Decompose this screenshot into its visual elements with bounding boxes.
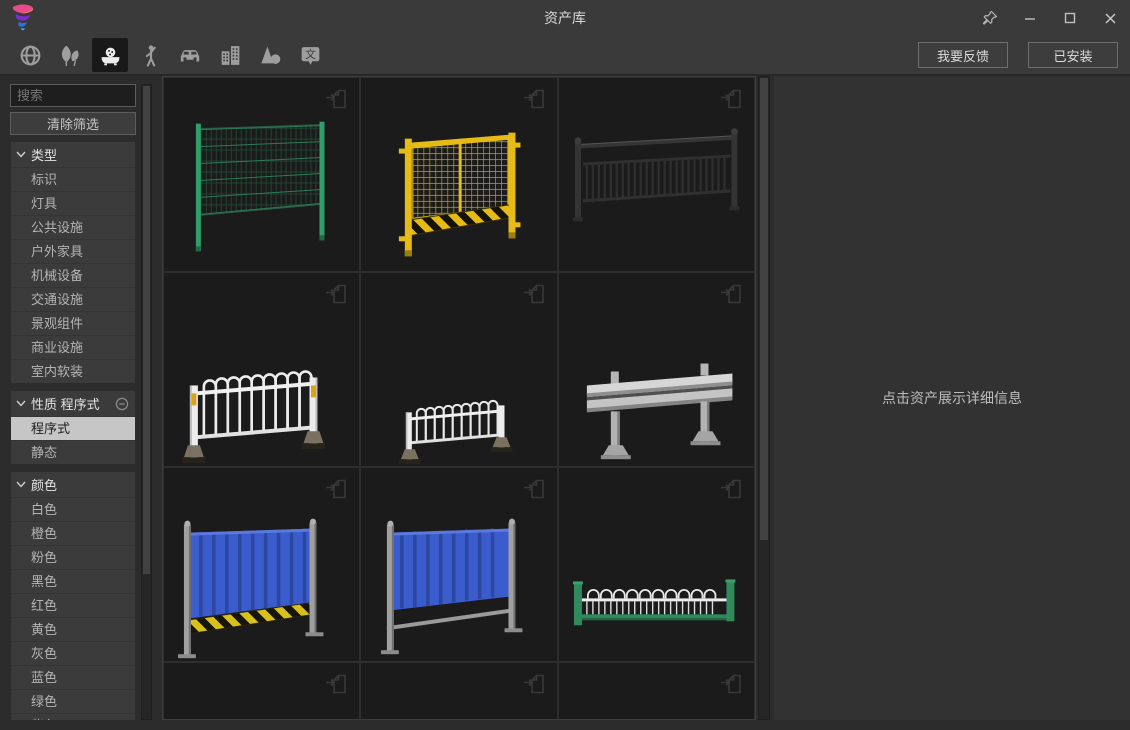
grid-scrollbar[interactable] (758, 76, 770, 720)
clear-filter-button[interactable]: 清除筛选 (10, 112, 136, 135)
filter-item[interactable]: 红色 (11, 593, 135, 617)
export-asset-icon[interactable] (521, 476, 547, 507)
feedback-button[interactable]: 我要反馈 (918, 42, 1008, 68)
asset-tile-yellow-safety-fence[interactable] (361, 78, 556, 271)
asset-tile-partial[interactable] (361, 663, 556, 720)
section-label: 颜色 (31, 475, 57, 494)
window-controls (970, 0, 1130, 36)
asset-tile-green-garden-fence[interactable] (559, 468, 754, 661)
section-property: 性质 程序式 程序式 静态 (10, 390, 136, 465)
asset-tile-green-mesh-fence[interactable] (164, 78, 359, 271)
props-icon[interactable] (92, 38, 128, 72)
sidebar-scrollbar[interactable] (141, 84, 152, 720)
building-icon[interactable] (212, 38, 248, 72)
section-label: 性质 程序式 (31, 394, 100, 413)
export-asset-icon[interactable] (521, 281, 547, 312)
filter-item[interactable]: 绿色 (11, 689, 135, 713)
filter-item[interactable]: 室内软装 (11, 359, 135, 383)
titlebar: 资产库 (0, 0, 1130, 36)
search-input[interactable] (10, 84, 136, 107)
main-content: 清除筛选 类型 标识 灯具 公共设施 户外家具 机械设备 交通设施 景观组 (0, 76, 1130, 720)
vegetation-icon[interactable] (52, 38, 88, 72)
filter-item[interactable]: 景观组件 (11, 311, 135, 335)
toolbar: 文 我要反馈 已安装 (0, 36, 1130, 76)
asset-tile-blue-hoarding-striped[interactable] (164, 468, 359, 661)
export-asset-icon[interactable] (323, 671, 349, 702)
filter-item[interactable]: 户外家具 (11, 239, 135, 263)
asset-grid (162, 76, 756, 720)
section-type-header[interactable]: 类型 (11, 142, 135, 167)
asset-grid-area (162, 76, 770, 720)
filter-item[interactable]: 橙色 (11, 521, 135, 545)
filter-sidebar: 清除筛选 类型 标识 灯具 公共设施 户外家具 机械设备 交通设施 景观组 (0, 76, 158, 720)
window-title: 资产库 (0, 8, 1130, 28)
filter-item[interactable]: 灯具 (11, 191, 135, 215)
asset-tile-black-railing[interactable] (559, 78, 754, 271)
section-color-header[interactable]: 颜色 (11, 472, 135, 497)
character-icon[interactable] (132, 38, 168, 72)
filter-item[interactable]: 机械设备 (11, 263, 135, 287)
filter-item[interactable]: 灰色 (11, 641, 135, 665)
export-asset-icon[interactable] (521, 671, 547, 702)
detail-panel: 点击资产展示详细信息 (774, 76, 1130, 720)
filter-item[interactable]: 商业设施 (11, 335, 135, 359)
filter-item[interactable]: 交通设施 (11, 287, 135, 311)
export-asset-icon[interactable] (718, 86, 744, 117)
asset-tile-white-loop-barrier-large[interactable] (164, 273, 359, 466)
filter-item[interactable]: 粉色 (11, 545, 135, 569)
filter-item[interactable]: 标识 (11, 167, 135, 191)
section-label: 类型 (31, 145, 57, 164)
chevron-down-icon (16, 151, 26, 158)
installed-button[interactable]: 已安装 (1028, 42, 1118, 68)
world-icon[interactable] (12, 38, 48, 72)
maximize-icon[interactable] (1050, 0, 1090, 36)
asset-tile-white-loop-barrier-small[interactable] (361, 273, 556, 466)
pin-icon[interactable] (970, 0, 1010, 36)
export-asset-icon[interactable] (323, 86, 349, 117)
asset-tile-blue-hoarding[interactable] (361, 468, 556, 661)
app-logo-icon (10, 4, 36, 32)
export-asset-icon[interactable] (521, 86, 547, 117)
section-property-header[interactable]: 性质 程序式 (11, 391, 135, 416)
export-asset-icon[interactable] (718, 281, 744, 312)
filter-sections: 类型 标识 灯具 公共设施 户外家具 机械设备 交通设施 景观组件 商业设施 室… (10, 141, 136, 720)
asset-tile-highway-guardrail[interactable] (559, 273, 754, 466)
detail-hint-text: 点击资产展示详细信息 (882, 388, 1022, 408)
minimize-icon[interactable] (1010, 0, 1050, 36)
filter-item[interactable]: 黄色 (11, 617, 135, 641)
filter-item[interactable]: 公共设施 (11, 215, 135, 239)
vehicle-icon[interactable] (172, 38, 208, 72)
section-color: 颜色 白色 橙色 粉色 黑色 红色 黄色 灰色 蓝色 绿色 紫色 (10, 471, 136, 720)
export-asset-icon[interactable] (323, 476, 349, 507)
sign-icon[interactable]: 文 (292, 38, 328, 72)
svg-text:文: 文 (305, 47, 316, 61)
export-asset-icon[interactable] (718, 476, 744, 507)
filter-item[interactable]: 静态 (11, 440, 135, 464)
chevron-down-icon (16, 400, 26, 407)
export-asset-icon[interactable] (718, 671, 744, 702)
close-icon[interactable] (1090, 0, 1130, 36)
filter-item-selected[interactable]: 程序式 (11, 416, 135, 440)
chevron-down-icon (16, 481, 26, 488)
filter-item[interactable]: 蓝色 (11, 665, 135, 689)
section-type: 类型 标识 灯具 公共设施 户外家具 机械设备 交通设施 景观组件 商业设施 室… (10, 141, 136, 384)
export-asset-icon[interactable] (323, 281, 349, 312)
remove-filter-icon[interactable] (115, 397, 129, 411)
filter-item[interactable]: 白色 (11, 497, 135, 521)
asset-tile-partial[interactable] (164, 663, 359, 720)
asset-tile-partial[interactable] (559, 663, 754, 720)
shapes-icon[interactable] (252, 38, 288, 72)
filter-item[interactable]: 紫色 (11, 713, 135, 720)
filter-item[interactable]: 黑色 (11, 569, 135, 593)
